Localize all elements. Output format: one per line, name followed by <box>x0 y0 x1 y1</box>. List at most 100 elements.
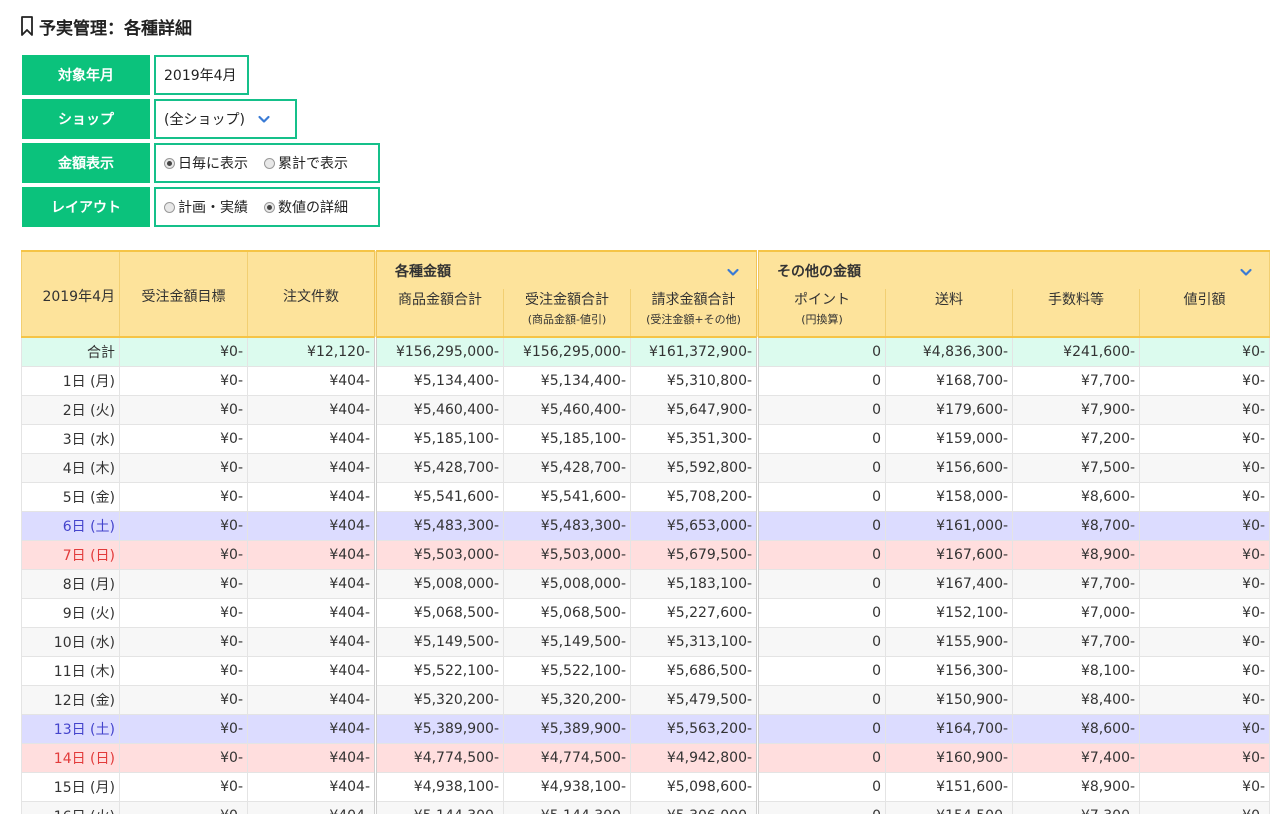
cell-order-total: ¥156,295,000- <box>503 336 631 367</box>
cell-discount: ¥0- <box>1139 771 1271 802</box>
cell-day: 16日 (火) <box>21 800 120 814</box>
cell-target: ¥0- <box>119 481 248 512</box>
header-order-total: 受注金額合計 (商品金額-値引) <box>503 289 631 337</box>
chevron-down-icon[interactable] <box>1239 265 1253 279</box>
table-row: 5日 (金) ¥0- ¥404- ¥5,541,600- ¥5,541,600- ¥5,7… <box>21 481 1271 512</box>
table-row: 4日 (木) ¥0- ¥404- ¥5,428,700- ¥5,428,700- ¥5,5… <box>21 452 1271 483</box>
cell-order-total: ¥5,460,400- <box>503 394 631 425</box>
cell-discount: ¥0- <box>1139 539 1271 570</box>
table-row: 1日 (月) ¥0- ¥404- ¥5,134,400- ¥5,134,400- ¥5,3… <box>21 365 1271 396</box>
filter-row-shop: ショップ (全ショップ) <box>22 99 380 139</box>
layout-label: レイアウト <box>22 187 150 227</box>
cell-day: 15日 (月) <box>21 771 120 802</box>
cell-product-total: ¥5,320,200- <box>374 684 504 715</box>
radio-cumulative[interactable]: 累計で表示 <box>264 153 348 173</box>
radio-detail[interactable]: 数値の詳細 <box>264 197 348 217</box>
group-amounts-label: 各種金額 <box>395 263 451 280</box>
header-product-total: 商品金額合計 <box>374 289 504 337</box>
cell-fee: ¥8,600- <box>1012 713 1141 744</box>
header-point-label: ポイント <box>794 292 851 308</box>
cell-billing-total: ¥5,563,200- <box>629 713 759 744</box>
cell-orders: ¥404- <box>247 742 376 773</box>
cell-fee: ¥8,400- <box>1012 684 1141 715</box>
cell-fee: ¥7,700- <box>1012 626 1141 657</box>
radio-plan-actual[interactable]: 計画・実績 <box>164 197 248 217</box>
cell-product-total: ¥156,295,000- <box>374 336 504 367</box>
cell-shipping: ¥4,836,300- <box>885 336 1014 367</box>
table-row: 10日 (水) ¥0- ¥404- ¥5,149,500- ¥5,149,500- ¥5,… <box>21 626 1271 657</box>
radio-daily[interactable]: 日毎に表示 <box>164 153 248 173</box>
header-group-other[interactable]: その他の金額 <box>756 251 1271 289</box>
amount-label: 金額表示 <box>22 143 150 183</box>
filter-row-amount: 金額表示 日毎に表示 累計で表示 <box>22 143 380 183</box>
month-field[interactable]: 2019年4月 <box>154 55 249 95</box>
cell-fee: ¥7,300- <box>1012 800 1141 814</box>
cell-discount: ¥0- <box>1139 365 1271 396</box>
cell-day: 3日 (水) <box>21 423 120 454</box>
cell-order-total: ¥5,389,900- <box>503 713 631 744</box>
table-row: 14日 (日) ¥0- ¥404- ¥4,774,500- ¥4,774,500- ¥4,… <box>21 742 1271 773</box>
cell-fee: ¥7,200- <box>1012 423 1141 454</box>
cell-discount: ¥0- <box>1139 655 1271 686</box>
cell-order-total: ¥5,134,400- <box>503 365 631 396</box>
cell-order-total: ¥5,185,100- <box>503 423 631 454</box>
cell-target: ¥0- <box>119 684 248 715</box>
cell-orders: ¥404- <box>247 771 376 802</box>
cell-billing-total: ¥4,942,800- <box>629 742 759 773</box>
cell-fee: ¥8,700- <box>1012 510 1141 541</box>
cell-fee: ¥7,700- <box>1012 568 1141 599</box>
cell-orders: ¥404- <box>247 452 376 483</box>
cell-day: 合計 <box>21 336 120 367</box>
cell-order-total: ¥5,428,700- <box>503 452 631 483</box>
bookmark-icon <box>21 16 33 36</box>
detail-table-container: 2019年4月 受注金額目標 注文件数 各種金額 その他の金額 商品金額合計 受… <box>21 250 1271 814</box>
cell-target: ¥0- <box>119 742 248 773</box>
shop-select[interactable]: (全ショップ) <box>154 99 297 139</box>
table-row: 11日 (木) ¥0- ¥404- ¥5,522,100- ¥5,522,100- ¥5,… <box>21 655 1271 686</box>
cell-fee: ¥7,700- <box>1012 365 1141 396</box>
cell-point: 0 <box>756 713 887 744</box>
cell-point: 0 <box>756 771 887 802</box>
header-shipping-label: 送料 <box>935 292 964 308</box>
cell-order-total: ¥5,149,500- <box>503 626 631 657</box>
cell-shipping: ¥150,900- <box>885 684 1014 715</box>
cell-order-total: ¥5,483,300- <box>503 510 631 541</box>
cell-point: 0 <box>756 597 887 628</box>
cell-discount: ¥0- <box>1139 510 1271 541</box>
cell-discount: ¥0- <box>1139 423 1271 454</box>
cell-shipping: ¥154,500- <box>885 800 1014 814</box>
radio-plan-actual-label: 計画・実績 <box>178 200 248 216</box>
shop-value: (全ショップ) <box>164 112 245 128</box>
cell-billing-total: ¥5,686,500- <box>629 655 759 686</box>
cell-target: ¥0- <box>119 336 248 367</box>
cell-billing-total: ¥5,227,600- <box>629 597 759 628</box>
cell-point: 0 <box>756 626 887 657</box>
cell-discount: ¥0- <box>1139 684 1271 715</box>
chevron-down-icon[interactable] <box>726 265 740 279</box>
radio-dot <box>264 157 275 169</box>
header-group-amounts[interactable]: 各種金額 <box>373 251 759 289</box>
cell-billing-total: ¥5,708,200- <box>629 481 759 512</box>
cell-shipping: ¥160,900- <box>885 742 1014 773</box>
cell-discount: ¥0- <box>1139 800 1271 814</box>
cell-shipping: ¥179,600- <box>885 394 1014 425</box>
cell-order-total: ¥5,541,600- <box>503 481 631 512</box>
cell-target: ¥0- <box>119 800 248 814</box>
cell-target: ¥0- <box>119 510 248 541</box>
table-row: 8日 (月) ¥0- ¥404- ¥5,008,000- ¥5,008,000- ¥5,1… <box>21 568 1271 599</box>
cell-day: 14日 (日) <box>21 742 120 773</box>
cell-orders: ¥404- <box>247 655 376 686</box>
header-billing-total-label: 請求金額合計 <box>651 292 736 308</box>
cell-orders: ¥404- <box>247 568 376 599</box>
radio-dot <box>264 201 275 213</box>
cell-billing-total: ¥5,306,000- <box>629 800 759 814</box>
cell-day: 1日 (月) <box>21 365 120 396</box>
cell-discount: ¥0- <box>1139 713 1271 744</box>
cell-shipping: ¥164,700- <box>885 713 1014 744</box>
header-billing-total-sub: (受注金額+その他) <box>646 313 741 326</box>
header-order-total-label: 受注金額合計 <box>525 292 609 308</box>
cell-product-total: ¥5,503,000- <box>374 539 504 570</box>
cell-fee: ¥7,900- <box>1012 394 1141 425</box>
cell-point: 0 <box>756 365 887 396</box>
cell-point: 0 <box>756 655 887 686</box>
